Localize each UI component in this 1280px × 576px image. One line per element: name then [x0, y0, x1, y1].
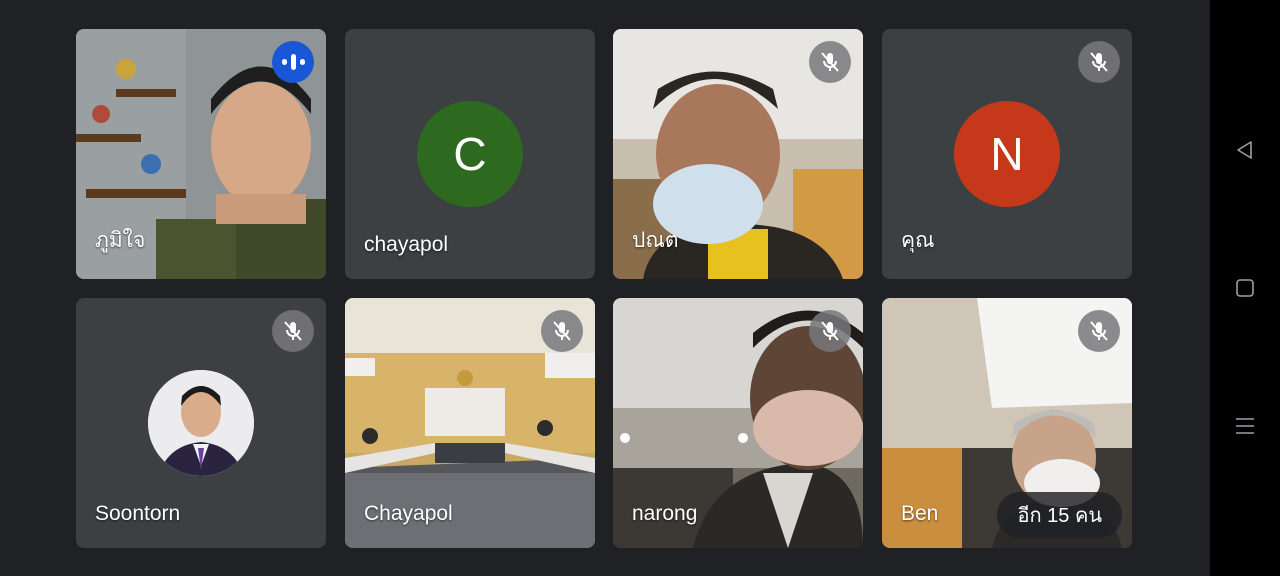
- participant-tile-6[interactable]: Chayapol: [345, 298, 595, 548]
- mic-off-icon: [1078, 41, 1120, 83]
- more-participants-button[interactable]: อีก 15 คน: [997, 492, 1122, 538]
- participant-tile-3[interactable]: ปณต: [613, 29, 863, 279]
- audio-level-icon: [272, 41, 314, 83]
- mic-off-icon: [1078, 310, 1120, 352]
- mic-off-icon: [272, 310, 314, 352]
- system-navigation-bar: [1210, 0, 1280, 576]
- participant-name: Ben: [901, 502, 939, 525]
- participant-tile-5[interactable]: Soontorn: [76, 298, 326, 548]
- participant-name: Soontorn: [95, 502, 181, 525]
- meeting-grid: ภูมิใจ C chayapol ปณต N คุณ Soontorn Cha…: [0, 0, 1210, 576]
- avatar: C: [417, 101, 523, 207]
- participant-name: narong: [632, 502, 698, 525]
- participant-tile-8[interactable]: Ben อีก 15 คน: [882, 298, 1132, 548]
- mic-off-icon: [809, 310, 851, 352]
- participant-tile-1[interactable]: ภูมิใจ: [76, 29, 326, 279]
- mic-off-icon: [809, 41, 851, 83]
- hamburger-menu-icon[interactable]: [1230, 411, 1260, 441]
- mic-off-icon: [541, 310, 583, 352]
- participant-name: คุณ: [901, 229, 935, 252]
- participant-tile-7[interactable]: narong: [613, 298, 863, 548]
- square-home-icon[interactable]: [1230, 273, 1260, 303]
- participant-name: chayapol: [364, 233, 449, 256]
- participant-name: ปณต: [632, 229, 679, 252]
- participant-tile-4[interactable]: N คุณ: [882, 29, 1132, 279]
- participant-tile-2[interactable]: C chayapol: [345, 29, 595, 279]
- participant-name: Chayapol: [364, 502, 453, 525]
- avatar: [148, 370, 254, 476]
- participant-name: ภูมิใจ: [95, 229, 146, 252]
- avatar: N: [954, 101, 1060, 207]
- triangle-back-icon[interactable]: [1230, 135, 1260, 165]
